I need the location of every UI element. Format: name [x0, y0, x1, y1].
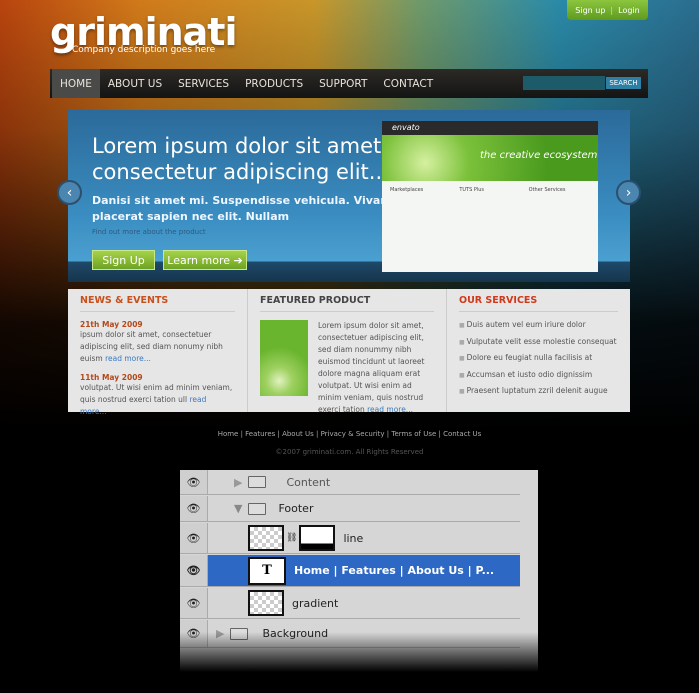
- nav-support[interactable]: SUPPORT: [311, 69, 375, 98]
- search-input[interactable]: [523, 76, 605, 90]
- prev-slide-icon[interactable]: ‹: [57, 180, 82, 205]
- next-slide-icon[interactable]: ›: [616, 180, 641, 205]
- expand-arrow-icon[interactable]: ▶: [234, 476, 242, 489]
- hero-subtext: Danisi sit amet mi. Suspendisse vehicula…: [92, 193, 406, 225]
- folder-icon: [230, 627, 249, 640]
- headline-line-2: consectetur adipiscing elit...: [92, 160, 389, 184]
- layer-footer[interactable]: 👁 ▼ Footer: [180, 496, 520, 522]
- layer-name: Home | Features | About Us | P...: [294, 564, 495, 577]
- service-item[interactable]: Praesent luptatum zzril delenit augue: [459, 386, 618, 395]
- col-tuts: TUTS Plus: [459, 187, 485, 193]
- news-title: NEWS & EVENTS: [80, 295, 235, 312]
- layer-text-selected[interactable]: 👁 T Home | Features | About Us | P...: [180, 555, 520, 587]
- read-more-link[interactable]: read more...: [105, 354, 151, 363]
- learn-more-button[interactable]: Learn more ➔: [163, 250, 247, 270]
- layer-thumbnail: [248, 525, 284, 551]
- layer-name: gradient: [292, 596, 339, 610]
- expand-arrow-icon[interactable]: ▶: [216, 627, 224, 640]
- service-item[interactable]: Duis autem vel eum iriure dolor: [459, 320, 618, 329]
- services-column: OUR SERVICES Duis autem vel eum iriure d…: [447, 289, 630, 412]
- col-marketplaces: Marketplaces: [390, 187, 424, 193]
- eye-icon[interactable]: 👁: [180, 496, 208, 521]
- search-button[interactable]: SEARCH: [606, 77, 641, 89]
- service-item[interactable]: Dolore eu feugiat nulla facilisis at: [459, 353, 618, 362]
- news-date: 11th May 2009: [80, 373, 143, 382]
- signup-link[interactable]: Sign up: [575, 6, 605, 15]
- eye-icon[interactable]: 👁: [180, 470, 208, 494]
- featured-body: Lorem ipsum dolor sit amet, consectetuer…: [318, 321, 425, 414]
- link-icon: ⛓: [286, 533, 298, 543]
- layer-content[interactable]: 👁 ▶ Content: [180, 470, 520, 495]
- read-more-link[interactable]: read more...: [367, 405, 413, 414]
- footer-links[interactable]: Home | Features | About Us | Privacy & S…: [0, 430, 699, 438]
- layer-name: Content: [286, 475, 331, 489]
- copyright: ©2007 griminati.com. All Rights Reserved: [275, 448, 424, 456]
- layer-name: Background: [262, 627, 329, 640]
- news-text: volutpat. Ut wisi enim ad minim veniam, …: [80, 382, 235, 418]
- layer-background[interactable]: 👁 ▶ Background: [180, 620, 520, 648]
- news-column: NEWS & EVENTS 21th May 2009 ipsum dolor …: [68, 289, 248, 416]
- collapse-arrow-icon[interactable]: ▼: [234, 502, 242, 515]
- find-out-more[interactable]: Find out more about the product: [92, 228, 206, 236]
- service-item[interactable]: Accumsan et iusto odio dignissim: [459, 370, 618, 379]
- sign-up-button[interactable]: Sign Up: [92, 250, 155, 270]
- news-body: ipsum dolor sit amet, consectetuer adipi…: [80, 330, 223, 363]
- subtext-line-2: placerat sapien nec elit. Nullam: [92, 210, 290, 223]
- nav-contact[interactable]: CONTACT: [375, 69, 441, 98]
- tagline: Company description goes here: [72, 45, 216, 55]
- separator: |: [610, 5, 614, 15]
- featured-column: FEATURED PRODUCT Lorem ipsum dolor sit a…: [248, 289, 447, 414]
- eye-icon[interactable]: 👁: [180, 555, 208, 586]
- nav-about[interactable]: ABOUT US: [100, 69, 170, 98]
- col-other: Other Services: [528, 187, 566, 193]
- layer-name: line: [343, 531, 364, 545]
- headline-line-1: Lorem ipsum dolor sit amet: [92, 134, 382, 158]
- layers-panel: 👁 ▶ Content 👁 ▼ Footer 👁 ⛓ line 👁 T Home…: [180, 470, 538, 672]
- layer-line[interactable]: 👁 ⛓ line: [180, 523, 520, 554]
- service-item[interactable]: Vulputate velit esse molestie consequat: [459, 337, 618, 346]
- eye-icon[interactable]: 👁: [180, 620, 208, 647]
- nav-services[interactable]: SERVICES: [170, 69, 237, 98]
- featured-text: Lorem ipsum dolor sit amet, consectetuer…: [318, 320, 434, 416]
- subtext-line-1: Danisi sit amet mi. Suspendisse vehicula…: [92, 194, 407, 207]
- news-date: 21th May 2009: [80, 320, 143, 329]
- product-screenshot: envato the creative ecosystem Marketplac…: [382, 121, 598, 272]
- folder-icon: [248, 476, 267, 488]
- news-body: volutpat. Ut wisi enim ad minim veniam, …: [80, 383, 233, 404]
- hero-headline: Lorem ipsum dolor sit amet consectetur ad…: [92, 133, 389, 185]
- layer-name: Footer: [278, 502, 314, 515]
- layer-gradient[interactable]: 👁 gradient: [180, 588, 520, 619]
- eye-icon[interactable]: 👁: [180, 588, 208, 618]
- nav-home[interactable]: HOME: [52, 69, 100, 98]
- news-text: ipsum dolor sit amet, consectetuer adipi…: [80, 329, 235, 365]
- mask-thumbnail: [299, 525, 336, 551]
- eye-icon[interactable]: 👁: [180, 523, 208, 553]
- folder-icon: [248, 502, 267, 515]
- envato-banner: the creative ecosystem: [382, 135, 598, 181]
- layer-thumbnail: [248, 590, 284, 616]
- services-title: OUR SERVICES: [459, 295, 618, 312]
- featured-image: [260, 320, 308, 396]
- login-link[interactable]: Login: [618, 6, 640, 15]
- account-tab: Sign up | Login: [567, 0, 648, 20]
- content-panel: NEWS & EVENTS 21th May 2009 ipsum dolor …: [68, 289, 630, 416]
- featured-title: FEATURED PRODUCT: [260, 295, 434, 312]
- nav-products[interactable]: PRODUCTS: [237, 69, 311, 98]
- text-layer-icon: T: [248, 556, 286, 585]
- envato-logo: envato: [382, 121, 598, 135]
